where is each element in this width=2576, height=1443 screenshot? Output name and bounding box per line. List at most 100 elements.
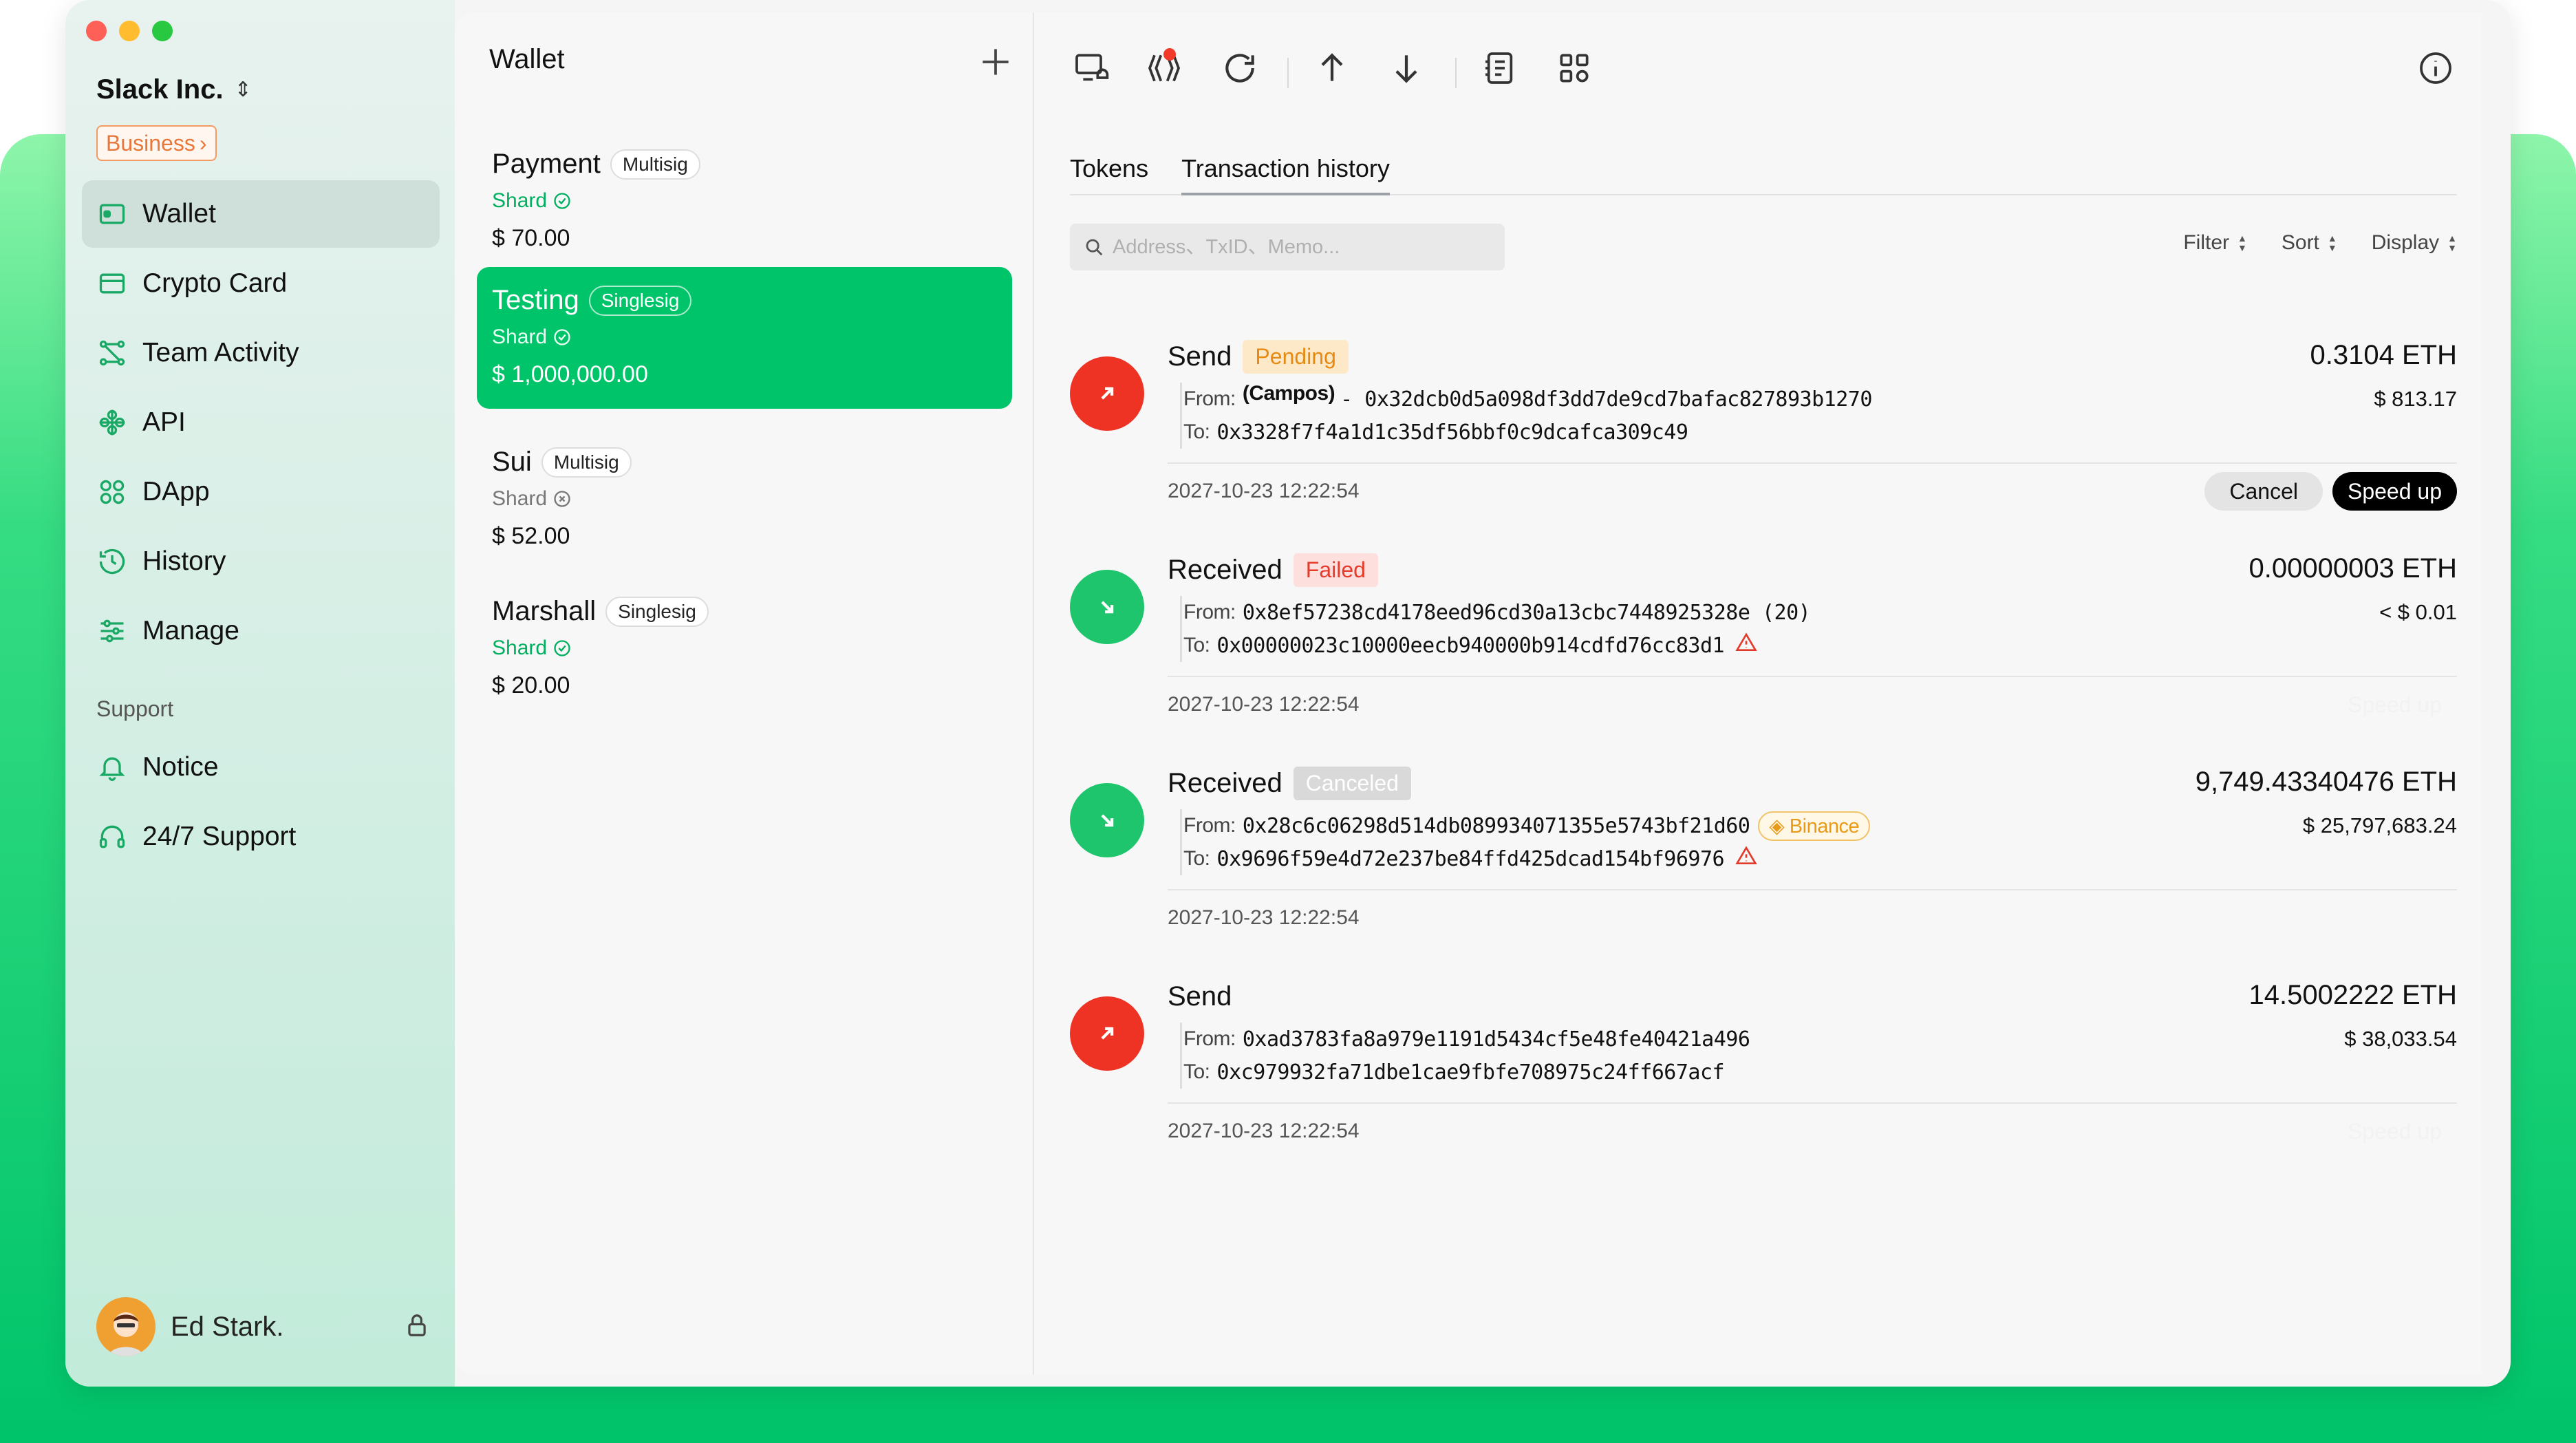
address-block: From: (Campos) - 0x32dcb0d5a098df3dd7de9… <box>1180 382 2457 449</box>
app-window: Slack Inc. ⇕ Business › Wallet Crypto Ca… <box>65 0 2511 1387</box>
team-activity-icon <box>99 340 125 366</box>
history-icon <box>99 548 125 575</box>
transaction-time: 2027-10-23 12:22:54 <box>1168 693 1360 716</box>
sidebar-item-api[interactable]: API <box>82 389 440 456</box>
transaction-usd-value: $ 813.17 <box>2374 387 2457 411</box>
sort-label: Sort <box>2281 231 2319 254</box>
search-input[interactable] <box>1113 235 1498 259</box>
wallet-item-sui[interactable]: Sui Multisig Shard $ 52.00 <box>477 429 1012 570</box>
exchange-tag: ◈ Binance <box>1758 811 1871 841</box>
wallet-item-payment[interactable]: Payment Multisig Shard $ 70.00 <box>477 131 1012 272</box>
to-label: To: <box>1183 634 1210 656</box>
tab-tokens[interactable]: Tokens <box>1070 140 1148 195</box>
to-address-row: To: 0xc979932fa71dbe1cae9fbfe708975c24ff… <box>1182 1056 2457 1089</box>
wallet-name: Payment <box>492 149 601 179</box>
address-block: From: 0x28c6c06298d514db089934071355e574… <box>1180 809 2457 875</box>
sidebar-item-team-activity[interactable]: Team Activity <box>82 319 440 387</box>
filter-dropdown[interactable]: Filter ▲ ▼ <box>2183 231 2247 255</box>
from-label: From: <box>1183 814 1236 837</box>
refresh-button[interactable] <box>1219 47 1261 89</box>
from-address[interactable]: - 0x32dcb0d5a098df3dd7de9cd7bafac827893b… <box>1340 387 1872 411</box>
tab-transaction-history[interactable]: Transaction history <box>1181 140 1390 195</box>
receive-arrow-icon <box>1070 570 1144 644</box>
chevron-updown-icon: ⇕ <box>234 78 252 101</box>
support-section-title: Support <box>96 696 174 721</box>
sidebar-item-history[interactable]: History <box>82 528 440 595</box>
wallet-item-testing[interactable]: Testing Singlesig Shard $ 1,000,000.00 <box>477 267 1012 409</box>
sort-dropdown[interactable]: Sort ▲ ▼ <box>2282 231 2337 255</box>
sidebar-item-notice[interactable]: Notice <box>82 734 440 801</box>
add-wallet-button[interactable] <box>976 43 1015 81</box>
transaction-type: Received <box>1168 554 1282 585</box>
user-profile[interactable]: Ed Stark. <box>96 1297 430 1356</box>
monitor-bell-button[interactable] <box>1070 47 1113 89</box>
wallet-item-marshall[interactable]: Marshall Singlesig Shard $ 20.00 <box>477 578 1012 720</box>
to-label: To: <box>1183 847 1210 870</box>
to-label: To: <box>1183 1060 1210 1083</box>
from-address-row: From: (Campos) - 0x32dcb0d5a098df3dd7de9… <box>1182 382 2457 416</box>
from-address-row: From: 0x8ef57238cd4178eed96cd30a13cbc744… <box>1182 596 2457 629</box>
transaction-time: 2027-10-23 12:22:54 <box>1168 906 1360 929</box>
sidebar-item-crypto-card[interactable]: Crypto Card <box>82 250 440 317</box>
sidebar-item-support[interactable]: 24/7 Support <box>82 803 440 870</box>
sidebar-item-wallet[interactable]: Wallet <box>82 180 440 248</box>
wallet-balance: $ 52.00 <box>492 523 570 549</box>
monitor-bell-icon <box>1075 54 1109 81</box>
minimize-window-button[interactable] <box>119 21 140 41</box>
to-address[interactable]: 0x3328f7f4a1d1c35df56bbf0c9dcafca309c49 <box>1217 420 1688 445</box>
sidebar-item-label: Crypto Card <box>142 268 288 298</box>
receive-button[interactable] <box>1385 47 1428 89</box>
wallet-balance: $ 70.00 <box>492 225 570 251</box>
from-address[interactable]: 0xad3783fa8a979e1191d5434cf5e48fe40421a4… <box>1243 1027 1750 1051</box>
transaction-row[interactable]: Send 14.5002222 ETH $ 38,033.54 From: 0x… <box>1070 976 2457 1189</box>
support-nav: Notice 24/7 Support <box>82 734 440 873</box>
transaction-row[interactable]: Received Failed 0.00000003 ETH < $ 0.01 … <box>1070 549 2457 762</box>
dapp-icon <box>100 480 125 504</box>
wallet-balance: $ 1,000,000.00 <box>492 361 648 387</box>
to-address[interactable]: 0x00000023c10000eecb940000b914cdfd76cc83… <box>1217 634 1725 658</box>
speed-up-button[interactable]: Speed up <box>2332 472 2457 511</box>
shard-label: Shard <box>492 487 548 510</box>
sidebar-item-manage[interactable]: Manage <box>82 597 440 665</box>
shard-label: Shard <box>492 325 548 348</box>
walletconnect-button[interactable] <box>1143 47 1185 89</box>
cancel-button[interactable]: Cancel <box>2204 472 2323 511</box>
org-switcher[interactable]: Slack Inc. ⇕ <box>96 74 252 105</box>
wallet-balance: $ 20.00 <box>492 672 570 698</box>
receive-arrow-icon <box>1070 783 1144 857</box>
transaction-amount: 14.5002222 ETH <box>2248 980 2457 1010</box>
display-dropdown[interactable]: Display ▲ ▼ <box>2372 231 2457 255</box>
close-window-button[interactable] <box>86 21 107 41</box>
from-address[interactable]: 0x8ef57238cd4178eed96cd30a13cbc744892532… <box>1243 601 1811 625</box>
address-book-button[interactable] <box>1479 47 1521 89</box>
transaction-row[interactable]: Received Canceled 9,749.43340476 ETH $ 2… <box>1070 762 2457 976</box>
user-name: Ed Stark. <box>171 1311 284 1342</box>
speed-up-button[interactable]: Speed up <box>2332 1112 2457 1151</box>
sidebar-item-dapp[interactable]: DApp <box>82 458 440 526</box>
address-block: From: 0xad3783fa8a979e1191d5434cf5e48fe4… <box>1180 1023 2457 1089</box>
plan-badge[interactable]: Business › <box>96 125 217 161</box>
speed-up-button[interactable]: Speed up <box>2332 685 2457 724</box>
transaction-row[interactable]: Send Pending 0.3104 ETH $ 813.17 From: (… <box>1070 336 2457 549</box>
to-address-row: To: 0x9696f59e4d72e237be84ffd425dcad154b… <box>1182 842 2457 875</box>
transaction-usd-value: $ 38,033.54 <box>2344 1027 2457 1051</box>
headset-icon <box>99 825 125 848</box>
shard-label: Shard <box>492 637 548 659</box>
list-controls: Filter ▲ ▼ Sort ▲ ▼ Display ▲ ▼ <box>2183 231 2457 255</box>
status-badge: Canceled <box>1293 766 1411 800</box>
from-address[interactable]: 0x28c6c06298d514db089934071355e5743bf21d… <box>1243 814 1750 838</box>
search-icon <box>1086 239 1103 256</box>
send-button[interactable] <box>1311 47 1353 89</box>
wallet-type-badge: Multisig <box>610 149 700 180</box>
wallet-icon <box>99 204 125 224</box>
sidebar-item-label: API <box>142 407 186 437</box>
chevron-updown-icon: ▲ ▼ <box>2327 233 2337 253</box>
maximize-window-button[interactable] <box>152 21 173 41</box>
lock-icon[interactable] <box>404 1312 430 1342</box>
scan-button[interactable] <box>1553 47 1596 89</box>
sidebar-item-label: Wallet <box>142 199 216 228</box>
info-button[interactable] <box>2414 47 2457 89</box>
to-address[interactable]: 0x9696f59e4d72e237be84ffd425dcad154bf969… <box>1217 847 1725 871</box>
wallet-name: Sui <box>492 447 532 477</box>
to-address[interactable]: 0xc979932fa71dbe1cae9fbfe708975c24ff667a… <box>1217 1060 1725 1084</box>
